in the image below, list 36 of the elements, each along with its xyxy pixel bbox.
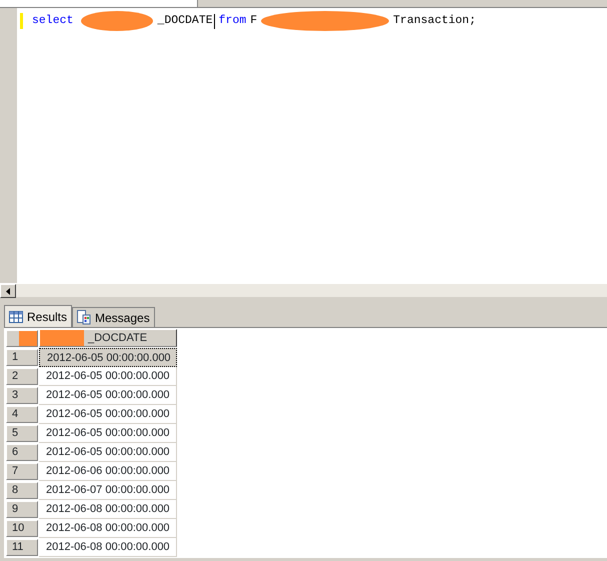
column-header[interactable]: _DOCDATE	[39, 329, 177, 347]
document-icon	[77, 310, 92, 325]
left-arrow-icon	[6, 288, 10, 294]
row-number[interactable]: 6	[6, 444, 38, 461]
text-cursor	[214, 14, 215, 28]
sql-keyword: from	[218, 13, 246, 29]
row-number[interactable]: 2	[6, 368, 38, 385]
table-cell[interactable]: 2012-06-05 00:00:00.000	[39, 405, 177, 424]
row-number[interactable]: 7	[6, 463, 38, 480]
row-number[interactable]: 3	[6, 387, 38, 404]
row-number[interactable]: 8	[6, 482, 38, 499]
table-cell[interactable]: 2012-06-07 00:00:00.000	[39, 481, 177, 500]
row-number[interactable]: 9	[6, 501, 38, 518]
table-cell[interactable]: 2012-06-05 00:00:00.000	[39, 443, 177, 462]
table-cell[interactable]: 2012-06-06 00:00:00.000	[39, 462, 177, 481]
row-number[interactable]: 5	[6, 425, 38, 442]
table-cell[interactable]: 2012-06-05 00:00:00.000	[39, 348, 177, 367]
sql-keyword: select	[32, 13, 74, 29]
row-number[interactable]: 1	[6, 349, 38, 366]
grid-icon	[9, 310, 23, 322]
result-tab[interactable]: Messages	[72, 307, 155, 327]
scroll-left-button[interactable]	[0, 284, 16, 298]
change-marker	[20, 13, 23, 29]
sql-identifier: Transaction;	[393, 13, 476, 29]
result-tab[interactable]: Results	[4, 305, 72, 327]
row-number[interactable]: 4	[6, 406, 38, 423]
sql-identifier: F	[250, 13, 258, 29]
table-cell[interactable]: 2012-06-08 00:00:00.000	[39, 500, 177, 519]
row-number[interactable]: 11	[6, 539, 38, 556]
table-cell[interactable]: 2012-06-05 00:00:00.000	[39, 386, 177, 405]
table-cell[interactable]: 2012-06-08 00:00:00.000	[39, 538, 177, 557]
table-cell[interactable]: 2012-06-08 00:00:00.000	[39, 519, 177, 538]
sql-identifier: _DOCDATE	[157, 13, 213, 29]
table-cell[interactable]: 2012-06-05 00:00:00.000	[39, 367, 177, 386]
row-number[interactable]: 10	[6, 520, 38, 537]
table-cell[interactable]: 2012-06-05 00:00:00.000	[39, 424, 177, 443]
